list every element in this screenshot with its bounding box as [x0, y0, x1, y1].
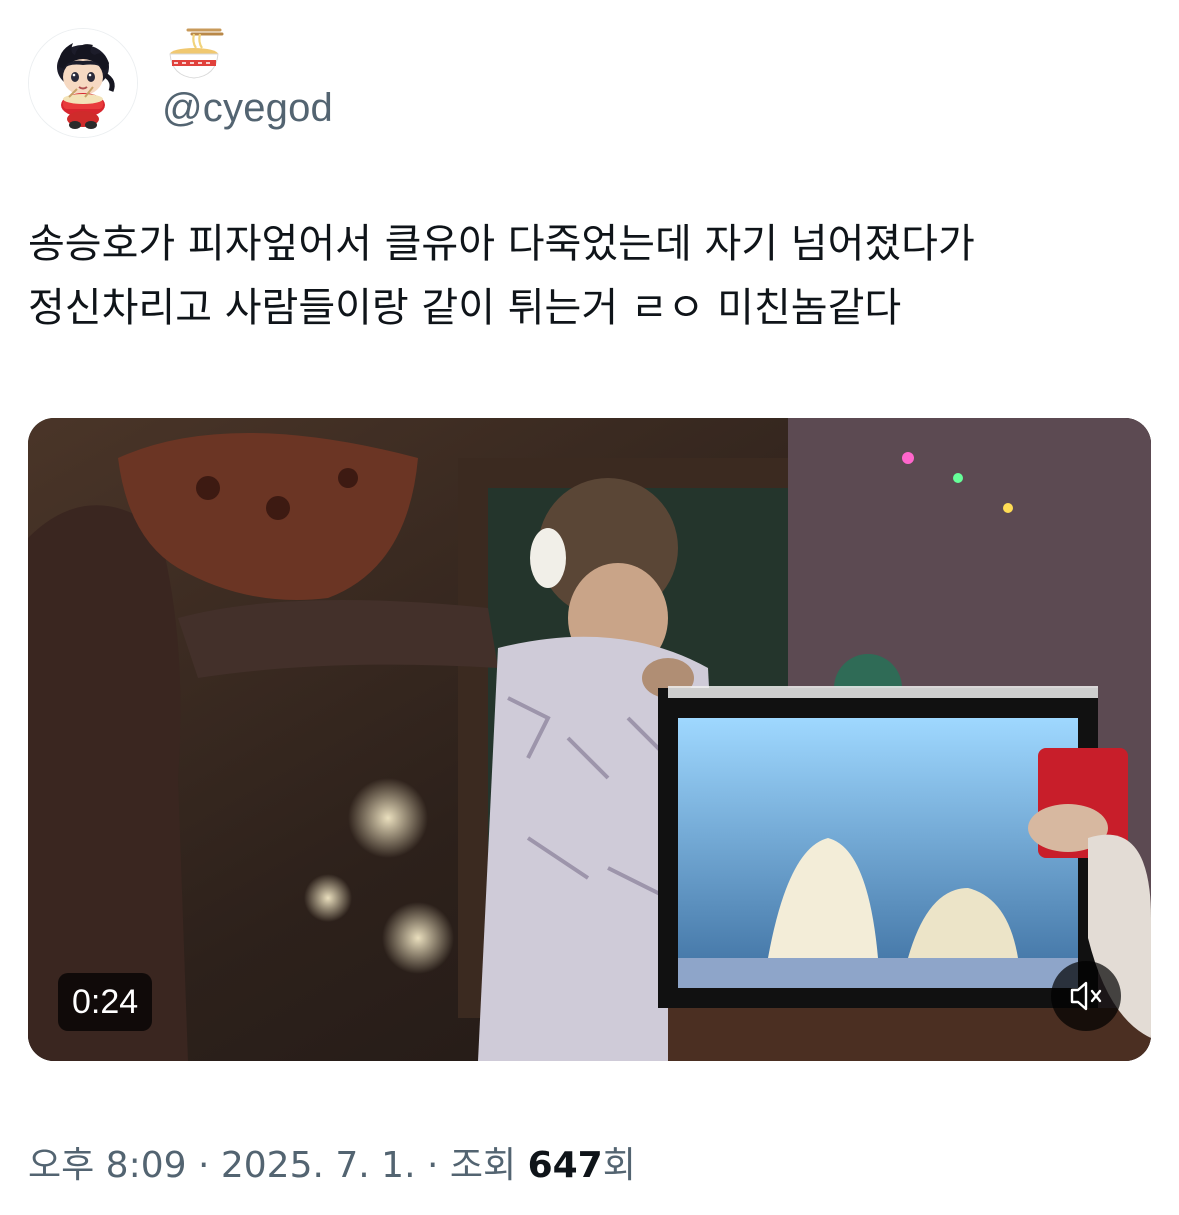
views-label: 조회 — [449, 1145, 528, 1186]
separator: · — [186, 1145, 221, 1186]
separator: · — [415, 1145, 450, 1186]
views-count: 647 — [527, 1145, 603, 1186]
mute-button[interactable] — [1051, 961, 1121, 1031]
video-duration: 0:24 — [58, 973, 153, 1031]
tweet-meta: 오후 8:09 · 2025. 7. 1. · 조회 647회 — [28, 1136, 636, 1188]
views-suffix: 회 — [602, 1145, 636, 1186]
ramen-bowl-icon — [169, 28, 224, 79]
tweet-header: @cyegod — [28, 28, 1148, 138]
speaker-muted-icon — [1070, 981, 1102, 1011]
tweet-date[interactable]: 2025. 7. 1. — [221, 1145, 416, 1186]
display-name[interactable] — [164, 28, 224, 84]
user-handle[interactable]: @cyegod — [162, 86, 333, 131]
avatar[interactable] — [28, 28, 138, 138]
video-player[interactable]: 0:24 — [28, 418, 1151, 1061]
tweet-time[interactable]: 오후 8:09 — [28, 1145, 187, 1186]
video-frame — [28, 418, 1151, 1061]
cartoon-character-icon — [29, 29, 137, 137]
tweet-text: 송승호가 피자엎어서 클유아 다죽었는데 자기 넘어졌다가 정신차리고 사람들이… — [28, 221, 975, 331]
